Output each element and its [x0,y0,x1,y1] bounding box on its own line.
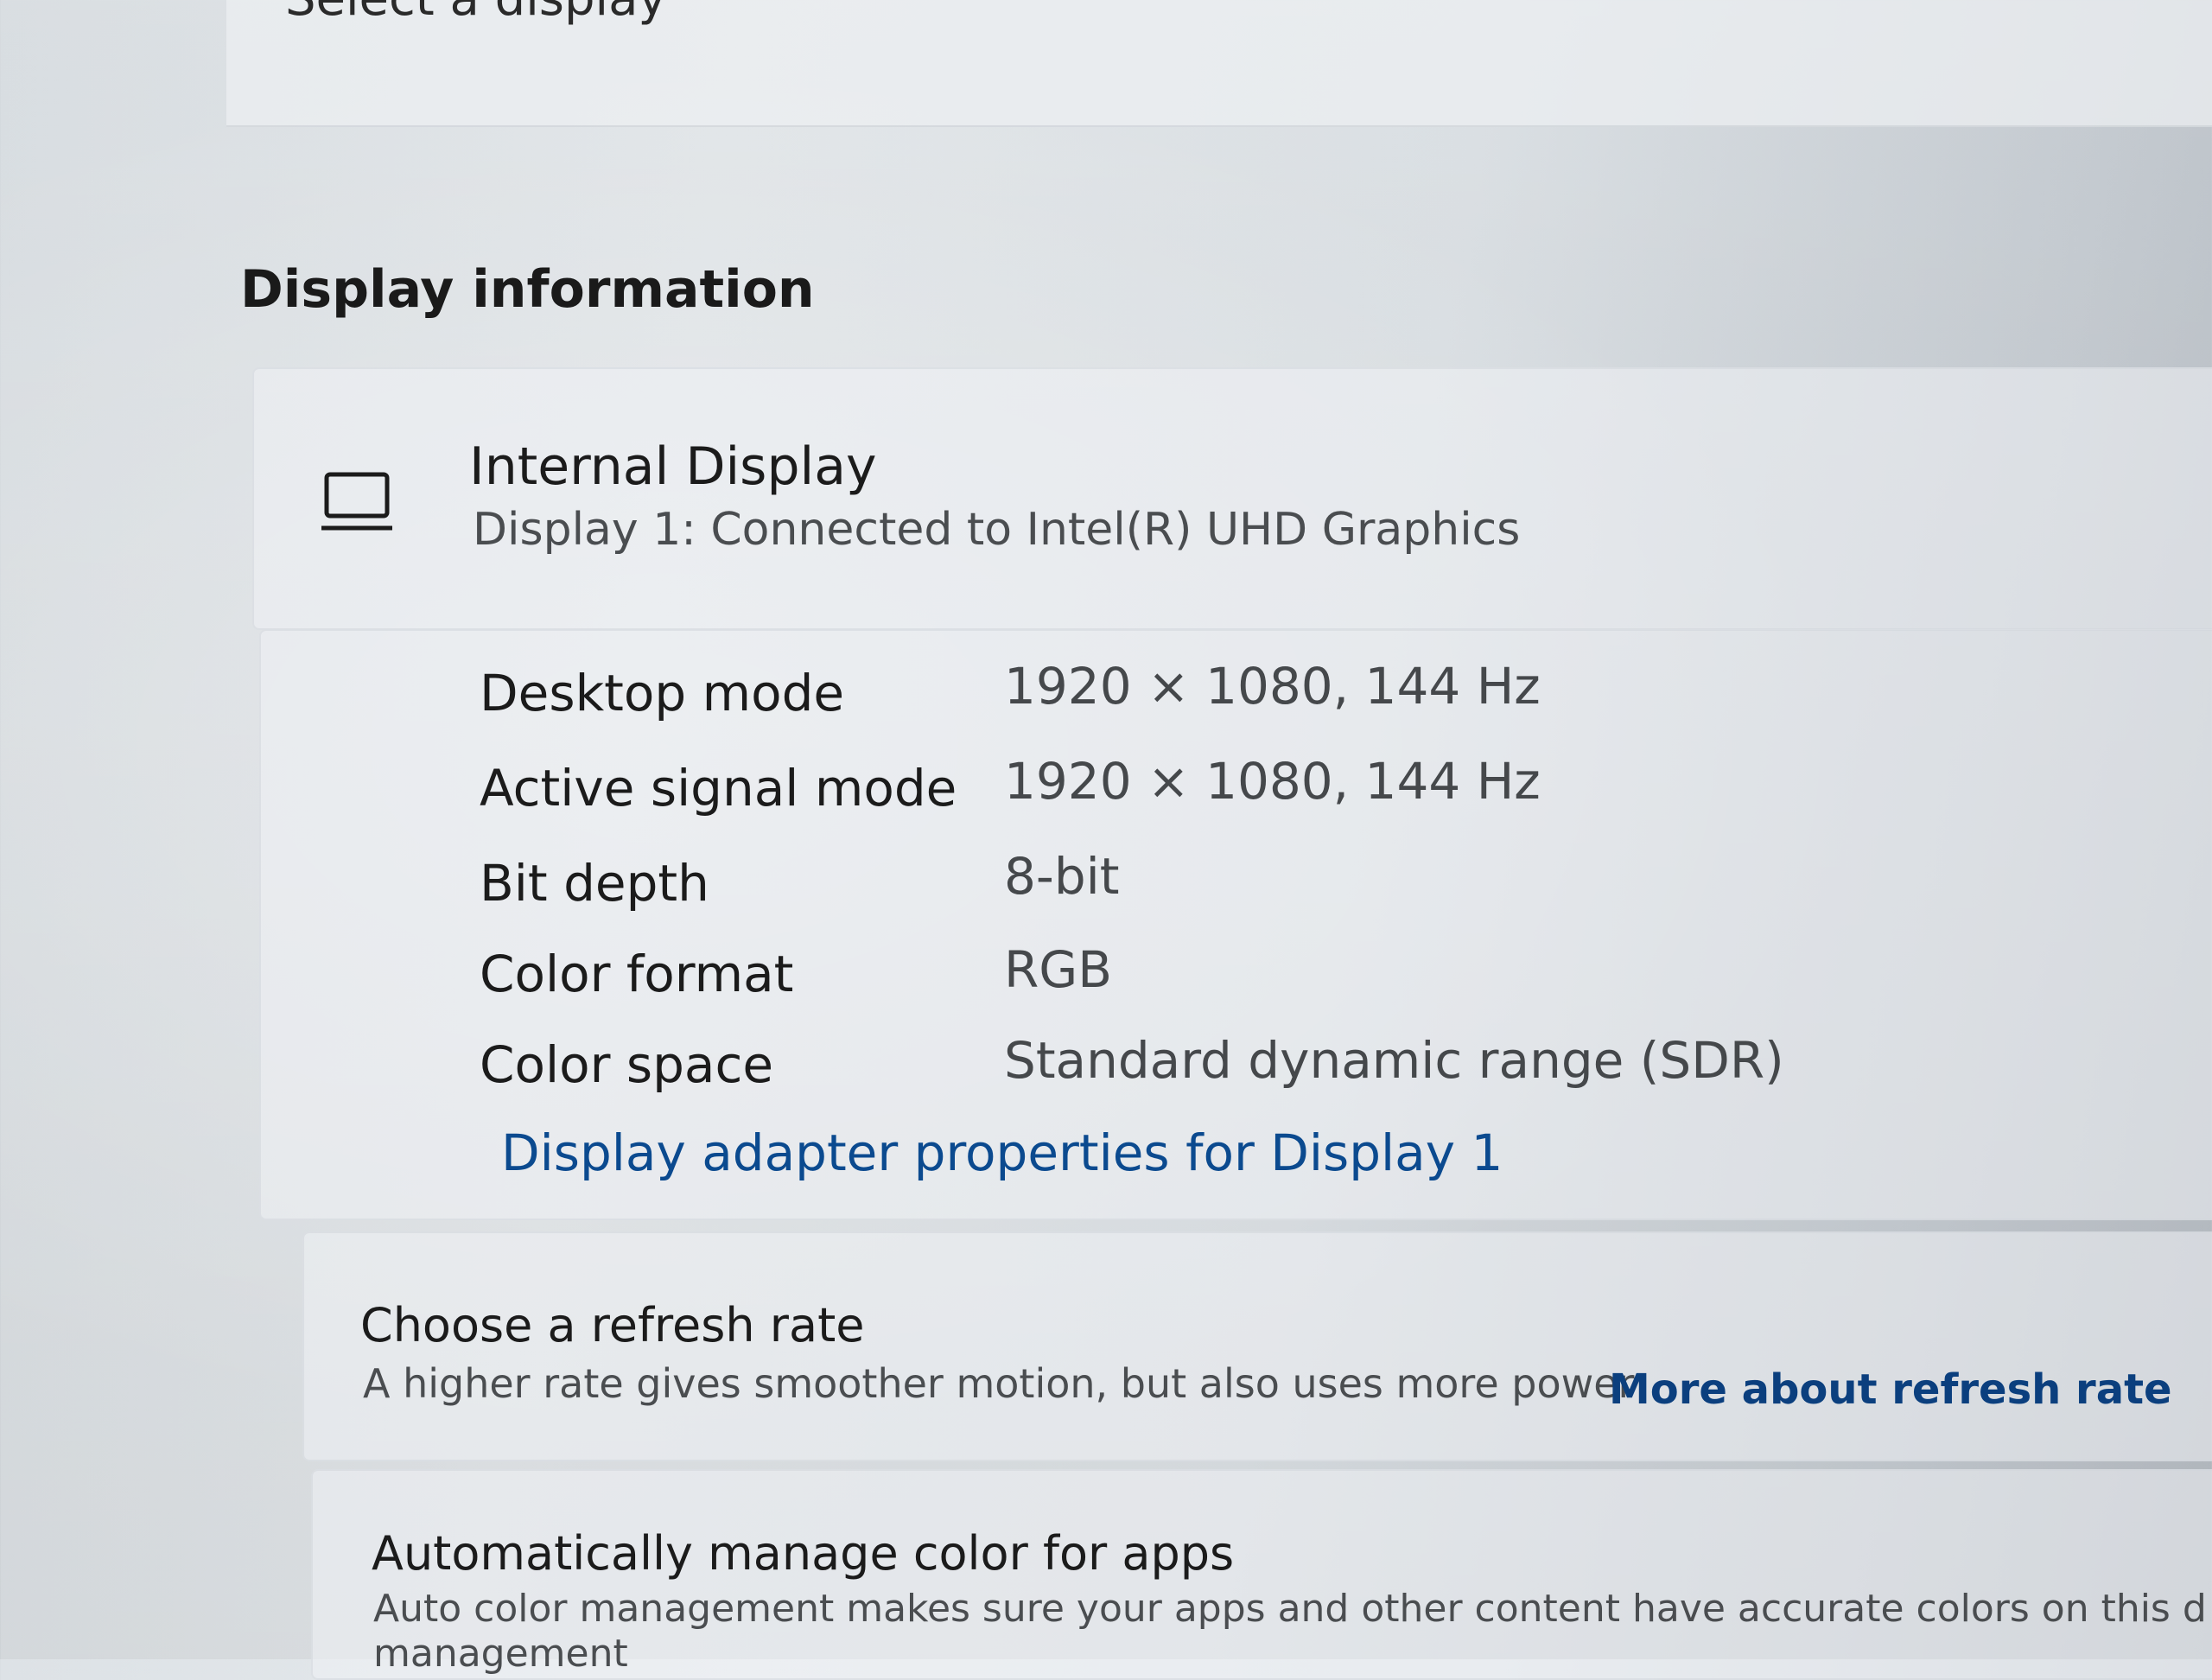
auto-color-description-continued: management [373,1632,628,1676]
color-space-label: Color space [480,1035,774,1094]
desktop-mode-value: 1920 × 1080, 144 Hz [1004,657,1541,716]
auto-color-title: Automatically manage color for apps [372,1526,1235,1581]
display-connection: Display 1: Connected to Intel(R) UHD Gra… [473,504,1521,556]
auto-color-description: Auto color management makes sure your ap… [373,1587,2207,1631]
laptop-icon [321,472,392,531]
refresh-rate-title: Choose a refresh rate [360,1298,865,1352]
color-format-value: RGB [1004,940,1113,999]
active-signal-mode-value: 1920 × 1080, 144 Hz [1004,752,1541,811]
desktop-mode-label: Desktop mode [480,664,845,722]
more-about-refresh-rate-link[interactable]: More about refresh rate [1609,1365,2172,1414]
color-space-value: Standard dynamic range (SDR) [1004,1031,1784,1090]
bit-depth-label: Bit depth [480,854,709,913]
display-name: Internal Display [469,436,877,497]
select-display-label: Select a display [285,0,667,27]
bit-depth-value: 8-bit [1004,847,1120,906]
active-signal-mode-label: Active signal mode [480,759,957,818]
display-adapter-properties-link[interactable]: Display adapter properties for Display 1 [501,1123,1503,1182]
display-header-card [252,367,2212,630]
section-title: Display information [240,259,815,320]
color-format-label: Color format [480,945,794,1003]
refresh-rate-description: A higher rate gives smoother motion, but… [363,1360,1635,1407]
